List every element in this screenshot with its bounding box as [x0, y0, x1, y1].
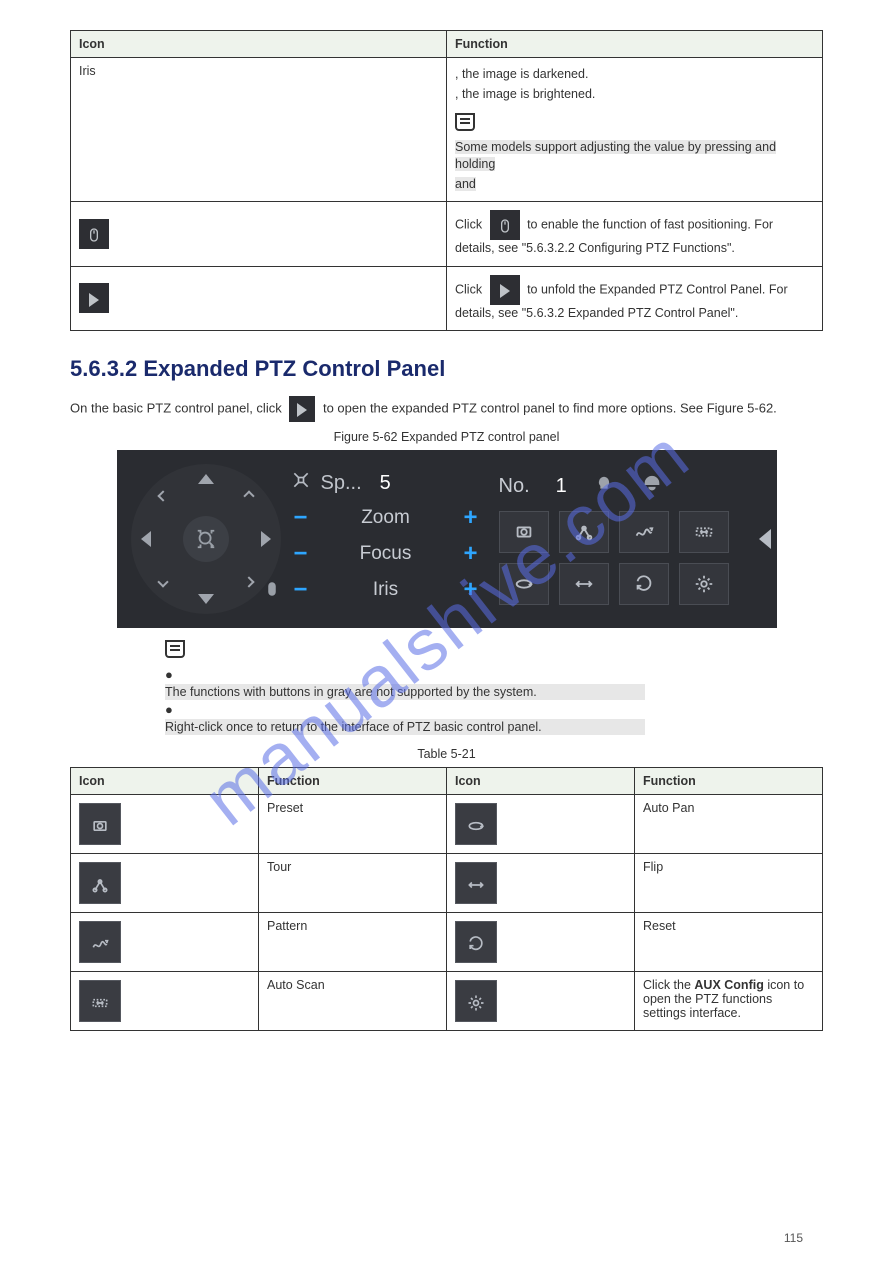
- dpad-up[interactable]: [198, 474, 214, 484]
- speed-value: 5: [380, 472, 391, 495]
- cell-expand-desc: Click to unfold the Expanded PTZ Control…: [447, 266, 823, 331]
- th-function: Function: [447, 31, 823, 58]
- note-line1: The functions with buttons in gray are n…: [165, 684, 645, 700]
- reset-label: Reset: [635, 913, 823, 972]
- pattern-icon[interactable]: [619, 511, 669, 553]
- t2-h-fn1: Function: [259, 768, 447, 795]
- light-icon[interactable]: [593, 474, 615, 499]
- note-line2: Right-click once to return to the interf…: [165, 719, 645, 735]
- mouse-icon: [79, 219, 109, 249]
- preset-label: Preset: [259, 795, 447, 854]
- ptz-function-table: Icon Function Icon Function Preset Auto …: [70, 767, 823, 1031]
- section-para: On the basic PTZ control panel, click to…: [70, 396, 823, 422]
- cell-iris-desc: , the image is darkened. , the image is …: [447, 58, 823, 202]
- autoscan-icon-cell: [79, 980, 121, 1022]
- para-pre: On the basic PTZ control panel, click: [70, 400, 282, 415]
- dpad-upright[interactable]: [243, 490, 254, 501]
- autoscan-label: Auto Scan: [259, 972, 447, 1031]
- dpad-down[interactable]: [198, 594, 214, 604]
- reset-icon[interactable]: [619, 563, 669, 605]
- dpad-right[interactable]: [261, 531, 271, 547]
- t2-h-icon1: Icon: [71, 768, 259, 795]
- section-title: Expanded PTZ Control Panel: [143, 356, 445, 381]
- dpad-downleft[interactable]: [157, 576, 168, 587]
- expand-icon-inline-2: [289, 396, 315, 422]
- section-heading: 5.6.3.2 Expanded PTZ Control Panel: [70, 356, 823, 382]
- preset-icon-cell: [79, 803, 121, 845]
- mouse-desc-pre: Click: [455, 217, 482, 231]
- aux-config-label: Click the AUX Config icon to open the PT…: [635, 972, 823, 1031]
- no-value: 1: [556, 475, 567, 498]
- zoom-label: Zoom: [319, 507, 453, 529]
- autopan-icon-cell: [455, 803, 497, 845]
- zoom-minus[interactable]: −: [291, 504, 311, 532]
- expand-icon-inline: [490, 275, 520, 305]
- ptz-control-panel: Sp... 5 − Zoom + − Focus + − Iris +: [117, 450, 777, 628]
- ptz-adjust-column: Sp... 5 − Zoom + − Focus + − Iris +: [291, 470, 481, 608]
- cell-mouse-desc: Click to enable the function of fast pos…: [447, 202, 823, 267]
- para-post: to open the expanded PTZ control panel t…: [323, 400, 777, 415]
- tour-icon-cell: [79, 862, 121, 904]
- note-icon: [455, 113, 475, 131]
- cell-iris-label: Iris: [71, 58, 447, 202]
- dome-icon[interactable]: [641, 474, 663, 499]
- speed-icon: [291, 470, 311, 496]
- iris-note-line1: Some models support adjusting the value …: [455, 140, 776, 172]
- page-number: 115: [784, 1231, 803, 1245]
- pattern-icon-cell: [79, 921, 121, 963]
- iris-label: Iris: [319, 579, 453, 601]
- zoom-plus[interactable]: +: [461, 504, 481, 532]
- dpad-left[interactable]: [141, 531, 151, 547]
- cell-expand-icon: [71, 266, 447, 331]
- dpad-downright[interactable]: [243, 576, 254, 587]
- iris-brighten-text: , the image is brightened.: [455, 87, 595, 101]
- no-label: No.: [499, 475, 530, 498]
- reset-icon-cell: [455, 921, 497, 963]
- iris-plus[interactable]: +: [461, 576, 481, 604]
- iris-note-line2: and: [455, 177, 476, 191]
- collapse-icon[interactable]: [759, 529, 771, 549]
- aux-config-icon-cell: [455, 980, 497, 1022]
- note-block: ● The functions with buttons in gray are…: [165, 667, 823, 735]
- flip-label: Flip: [635, 854, 823, 913]
- tour-icon[interactable]: [559, 511, 609, 553]
- t2-h-icon2: Icon: [447, 768, 635, 795]
- dpad-center-search-icon[interactable]: [183, 516, 229, 562]
- section-number: 5.6.3.2: [70, 356, 137, 381]
- focus-plus[interactable]: +: [461, 540, 481, 568]
- ptz-functions-column: No. 1: [491, 474, 763, 605]
- cell-mouse-icon: [71, 202, 447, 267]
- flip-icon[interactable]: [559, 563, 609, 605]
- tour-label: Tour: [259, 854, 447, 913]
- table2-caption: Table 5-21: [70, 747, 823, 761]
- mouse-icon-inline: [490, 210, 520, 240]
- t2-h-fn2: Function: [635, 768, 823, 795]
- iris-darken-text: , the image is darkened.: [455, 67, 588, 81]
- ptz-dpad: [131, 464, 281, 614]
- page-content: Icon Function Iris , the image is darken…: [0, 0, 893, 1091]
- focus-label: Focus: [319, 543, 453, 565]
- mouse-tiny-icon[interactable]: [263, 578, 281, 606]
- note-icon-2: [165, 640, 185, 658]
- aux-config-gear-icon[interactable]: [679, 563, 729, 605]
- flip-icon-cell: [455, 862, 497, 904]
- autopan-icon[interactable]: [499, 563, 549, 605]
- expand-icon: [79, 283, 109, 313]
- speed-label: Sp...: [321, 472, 362, 495]
- expand-desc-pre: Click: [455, 282, 482, 296]
- pattern-label: Pattern: [259, 913, 447, 972]
- autopan-label: Auto Pan: [635, 795, 823, 854]
- focus-minus[interactable]: −: [291, 540, 311, 568]
- dpad-upleft[interactable]: [157, 490, 168, 501]
- th-icon: Icon: [71, 31, 447, 58]
- preset-icon[interactable]: [499, 511, 549, 553]
- iris-minus[interactable]: −: [291, 576, 311, 604]
- icon-function-table-part1: Icon Function Iris , the image is darken…: [70, 30, 823, 331]
- autoscan-icon[interactable]: [679, 511, 729, 553]
- dpad-circle: [131, 464, 281, 614]
- figure-caption: Figure 5-62 Expanded PTZ control panel: [70, 430, 823, 444]
